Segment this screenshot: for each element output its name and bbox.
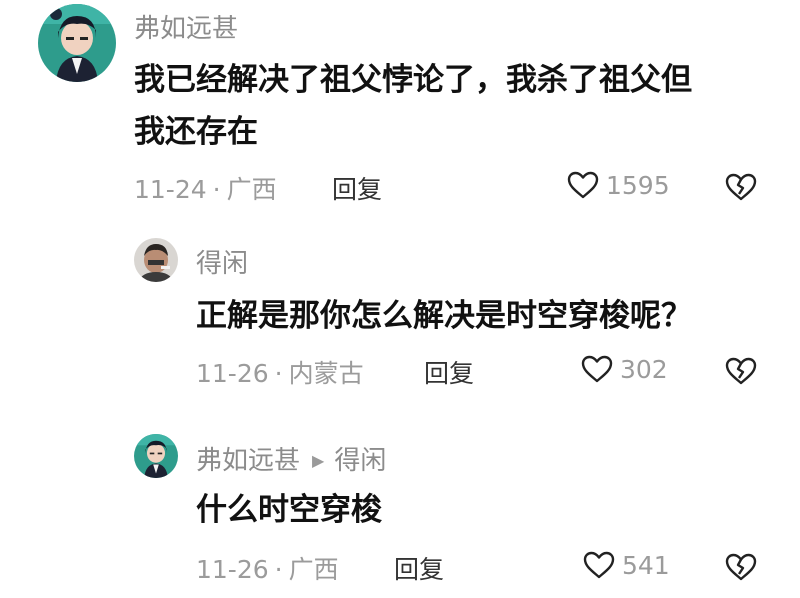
like-button[interactable]: 1595	[566, 170, 670, 200]
heart-outline-icon	[581, 355, 613, 383]
avatar[interactable]	[134, 434, 178, 478]
comment-location: 广西	[226, 175, 277, 204]
comment-text-line: 正解是那你怎么解决是时空穿梭呢？	[196, 298, 692, 334]
comment-meta: 11-26 · 内蒙古	[196, 354, 364, 390]
comment-location: 广西	[288, 555, 339, 584]
like-button[interactable]: 302	[580, 354, 668, 384]
reply-button[interactable]: 回复	[424, 354, 474, 390]
broken-heart-icon[interactable]	[724, 552, 758, 582]
comment-date: 11-26	[196, 359, 269, 388]
comment-text: 我已经解决了祖父悖论了，我杀了祖父但 我还存在	[134, 54, 774, 158]
separator-dot: ·	[274, 555, 283, 584]
heart-outline-icon	[567, 171, 599, 199]
username[interactable]: 弗如远甚	[134, 8, 238, 45]
username[interactable]: 得闲	[196, 243, 248, 280]
comment-date: 11-26	[196, 555, 269, 584]
like-count: 541	[622, 550, 670, 580]
reply-button[interactable]: 回复	[332, 170, 382, 206]
separator-dot: ·	[212, 175, 221, 204]
comment-text-line: 什么时空穿梭	[196, 492, 382, 528]
like-count: 302	[620, 354, 668, 384]
reply-button[interactable]: 回复	[394, 550, 444, 586]
separator-dot: ·	[274, 359, 283, 388]
reply-header: 弗如远甚 ▶ 得闲	[196, 440, 386, 477]
avatar[interactable]	[134, 238, 178, 282]
heart-outline-icon	[583, 551, 615, 579]
broken-heart-icon[interactable]	[724, 356, 758, 386]
avatar[interactable]	[38, 4, 116, 82]
broken-heart-icon[interactable]	[724, 172, 758, 202]
play-triangle-icon: ▶	[312, 451, 325, 470]
like-count: 1595	[606, 170, 670, 200]
comment-text: 正解是那你怎么解决是时空穿梭呢？	[196, 290, 776, 342]
reply-target-username[interactable]: 得闲	[334, 446, 386, 476]
comment-text-line: 我已经解决了祖父悖论了，我杀了祖父但	[134, 62, 692, 98]
username[interactable]: 弗如远甚	[196, 446, 300, 476]
comment-date: 11-24	[134, 175, 207, 204]
like-button[interactable]: 541	[582, 550, 670, 580]
comment-text-line: 我还存在	[134, 114, 258, 150]
comment-location: 内蒙古	[288, 359, 364, 388]
comment-meta: 11-24 · 广西	[134, 170, 277, 206]
avatar-image	[134, 238, 178, 282]
comment-text: 什么时空穿梭	[196, 484, 776, 536]
avatar-image	[134, 434, 178, 478]
avatar-image	[38, 4, 116, 82]
comment-meta: 11-26 · 广西	[196, 550, 339, 586]
